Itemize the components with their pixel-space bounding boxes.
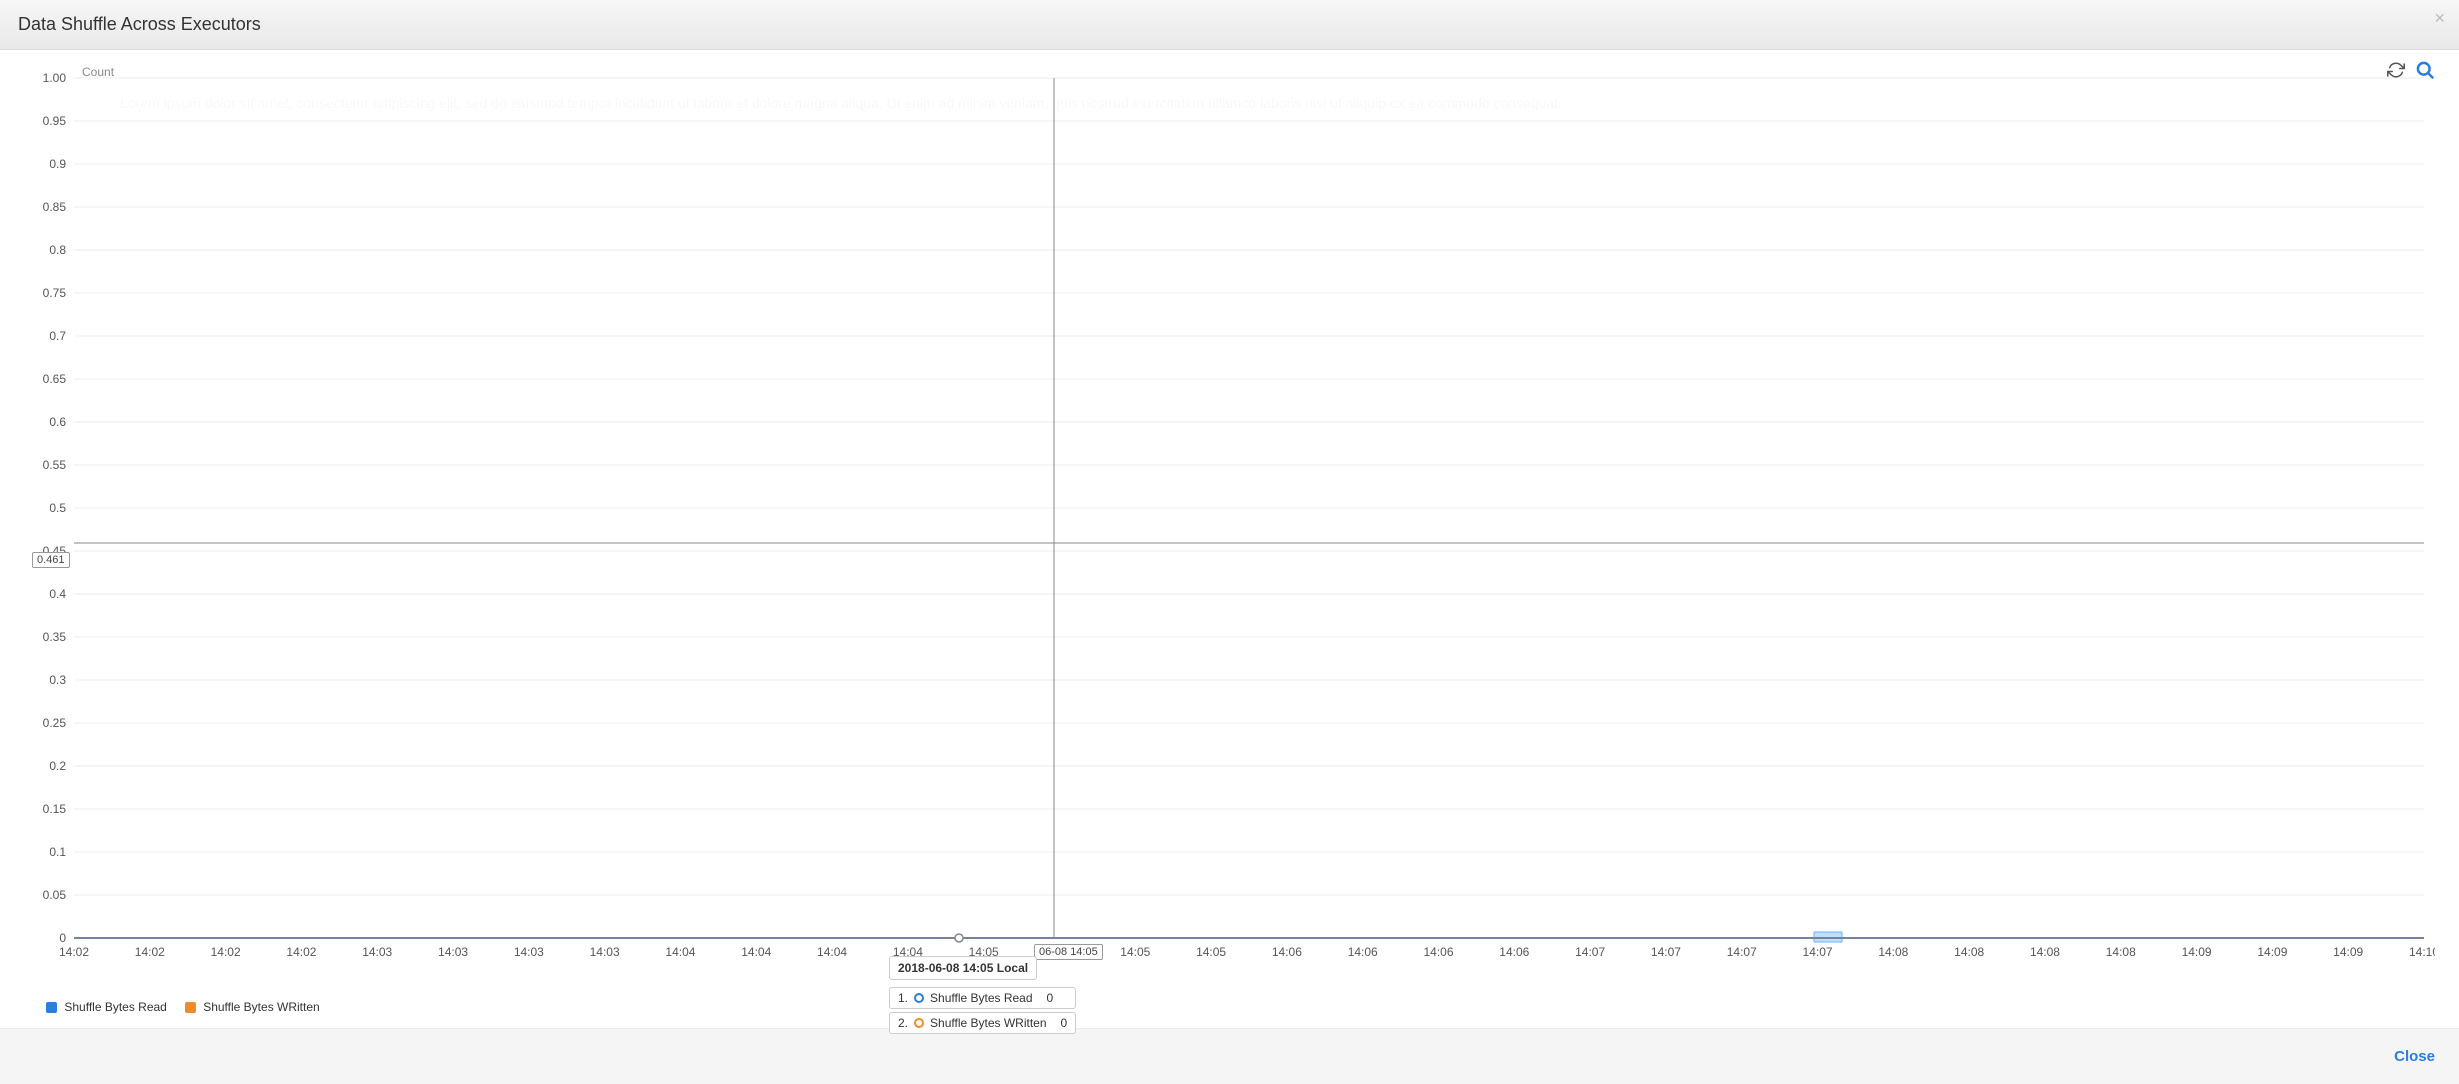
svg-text:0.6: 0.6 xyxy=(49,415,66,429)
svg-text:14:03: 14:03 xyxy=(362,945,392,959)
modal-root: Data Shuffle Across Executors × Lorem ip… xyxy=(0,0,2459,1084)
svg-text:14:03: 14:03 xyxy=(438,945,468,959)
svg-text:14:09: 14:09 xyxy=(2257,945,2287,959)
svg-text:0.35: 0.35 xyxy=(43,630,67,644)
svg-text:0.7: 0.7 xyxy=(49,329,66,343)
svg-text:0.1: 0.1 xyxy=(49,845,66,859)
svg-text:14:07: 14:07 xyxy=(1651,945,1681,959)
svg-text:14:09: 14:09 xyxy=(2182,945,2212,959)
hover-point-marker xyxy=(955,934,963,942)
svg-text:14:03: 14:03 xyxy=(514,945,544,959)
crosshair-y-value: 0.461 xyxy=(32,552,70,568)
svg-text:0: 0 xyxy=(59,931,66,945)
close-button[interactable]: Close xyxy=(2394,1048,2435,1065)
svg-text:14:02: 14:02 xyxy=(59,945,89,959)
svg-text:14:08: 14:08 xyxy=(2106,945,2136,959)
svg-text:0.25: 0.25 xyxy=(43,716,67,730)
chart-legend: Shuffle Bytes Read Shuffle Bytes WRitten xyxy=(24,1000,2435,1014)
modal-title: Data Shuffle Across Executors xyxy=(18,14,261,35)
svg-text:14:07: 14:07 xyxy=(1575,945,1605,959)
svg-text:14:06: 14:06 xyxy=(1348,945,1378,959)
svg-text:14:04: 14:04 xyxy=(817,945,847,959)
chart-area[interactable]: 00.050.10.150.20.250.30.350.40.450.50.55… xyxy=(24,58,2435,998)
svg-text:0.65: 0.65 xyxy=(43,372,67,386)
chart-tooltip: 2018-06-08 14:05 Local 1.Shuffle Bytes R… xyxy=(889,956,1076,1034)
svg-text:0.05: 0.05 xyxy=(43,888,67,902)
svg-text:14:02: 14:02 xyxy=(211,945,241,959)
svg-text:14:03: 14:03 xyxy=(590,945,620,959)
close-icon[interactable]: × xyxy=(2434,8,2445,29)
svg-text:0.9: 0.9 xyxy=(49,157,66,171)
svg-text:14:07: 14:07 xyxy=(1727,945,1757,959)
svg-text:14:05: 14:05 xyxy=(1196,945,1226,959)
svg-text:0.55: 0.55 xyxy=(43,458,67,472)
legend-label-read: Shuffle Bytes Read xyxy=(64,1000,167,1014)
svg-text:0.95: 0.95 xyxy=(43,114,67,128)
y-axis-label: Count xyxy=(82,65,115,79)
svg-text:14:09: 14:09 xyxy=(2333,945,2363,959)
svg-text:0.4: 0.4 xyxy=(49,587,66,601)
svg-text:0.85: 0.85 xyxy=(43,200,67,214)
svg-text:14:08: 14:08 xyxy=(1954,945,1984,959)
svg-text:0.8: 0.8 xyxy=(49,243,66,257)
svg-text:14:06: 14:06 xyxy=(1499,945,1529,959)
svg-text:14:02: 14:02 xyxy=(286,945,316,959)
svg-text:14:07: 14:07 xyxy=(1803,945,1833,959)
legend-swatch-written xyxy=(185,1002,196,1013)
modal-header: Data Shuffle Across Executors × xyxy=(0,0,2459,50)
modal-body: Lorem ipsum dolor sit amet, consectetur … xyxy=(0,50,2459,1028)
svg-text:14:06: 14:06 xyxy=(1272,945,1302,959)
legend-swatch-read xyxy=(46,1002,57,1013)
svg-text:14:05: 14:05 xyxy=(1120,945,1150,959)
legend-item-written[interactable]: Shuffle Bytes WRitten xyxy=(185,1000,320,1014)
modal-footer: Close xyxy=(0,1028,2459,1084)
legend-item-read[interactable]: Shuffle Bytes Read xyxy=(46,1000,167,1014)
svg-text:14:06: 14:06 xyxy=(1424,945,1454,959)
svg-text:14:04: 14:04 xyxy=(665,945,695,959)
tooltip-row: 2.Shuffle Bytes WRitten0 xyxy=(889,1012,1076,1034)
svg-text:0.5: 0.5 xyxy=(49,501,66,515)
svg-text:14:02: 14:02 xyxy=(135,945,165,959)
legend-label-written: Shuffle Bytes WRitten xyxy=(203,1000,320,1014)
svg-text:1.00: 1.00 xyxy=(43,71,67,85)
svg-text:0.15: 0.15 xyxy=(43,802,67,816)
svg-text:0.3: 0.3 xyxy=(49,673,66,687)
tooltip-title: 2018-06-08 14:05 Local xyxy=(889,956,1037,980)
svg-text:14:04: 14:04 xyxy=(741,945,771,959)
svg-text:14:08: 14:08 xyxy=(1878,945,1908,959)
svg-text:0.75: 0.75 xyxy=(43,286,67,300)
svg-text:14:08: 14:08 xyxy=(2030,945,2060,959)
chart-svg: 00.050.10.150.20.250.30.350.40.450.50.55… xyxy=(24,58,2435,998)
svg-text:14:10: 14:10 xyxy=(2409,945,2435,959)
tooltip-row: 1.Shuffle Bytes Read0 xyxy=(889,987,1076,1009)
svg-text:0.2: 0.2 xyxy=(49,759,66,773)
